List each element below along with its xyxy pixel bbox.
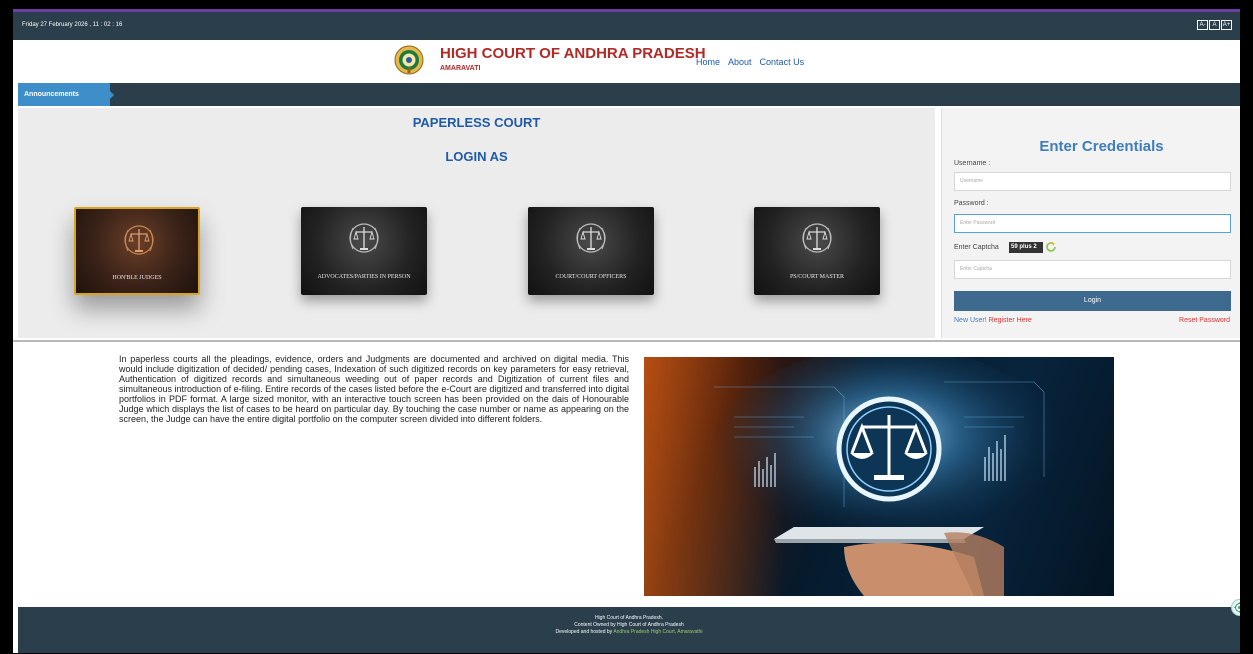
font-normal-button[interactable]: A (1209, 20, 1220, 30)
username-label: Username : (954, 160, 991, 167)
header: HIGH COURT OF ANDHRA PRADESH AMARAVATI H… (13, 40, 1240, 83)
role-card-judges[interactable]: HON'BLE JUDGES (74, 207, 200, 295)
password-label: Password : (954, 200, 989, 207)
credentials-panel: Enter Credentials Username : Username Pa… (941, 108, 1240, 338)
scales-of-justice-icon (576, 223, 606, 253)
footer-developer-link[interactable]: Andhra Pradesh High Court, Amaravathi (613, 629, 702, 635)
date-time: Friday 27 February 2026 , 11 : 02 : 16 (22, 22, 123, 28)
announcements-tab[interactable]: Announcements (18, 83, 110, 106)
announcements-bar: Announcements (18, 83, 1240, 106)
footer-line-3: Developed and hosted by Andhra Pradesh H… (18, 629, 1240, 636)
scales-of-justice-icon (802, 223, 832, 253)
section-divider (13, 340, 1240, 342)
credentials-title: Enter Credentials (1039, 138, 1164, 155)
role-label: COURT/COURT OFFICERS (555, 274, 627, 280)
reset-password-link[interactable]: Reset Password (1179, 317, 1230, 324)
scales-of-justice-icon (349, 223, 379, 253)
font-decrease-button[interactable]: A- (1197, 20, 1208, 30)
announcements-arrow-icon (110, 91, 114, 99)
footer-developed-by: Developed and hosted by (555, 629, 613, 635)
scales-of-justice-icon (124, 225, 154, 255)
new-user-text: New User! Register Here (954, 317, 1032, 324)
password-input[interactable]: Enter Password (954, 214, 1231, 233)
nav-contact-link[interactable]: Contact Us (760, 57, 805, 67)
font-size-controls: A- A A+ (1197, 20, 1232, 30)
footer: High Court of Andhra Pradesh. Content Ow… (18, 607, 1240, 653)
nav-home-link[interactable]: Home (696, 57, 720, 67)
font-increase-button[interactable]: A+ (1221, 20, 1232, 30)
page-frame: Friday 27 February 2026 , 11 : 02 : 16 A… (13, 9, 1240, 653)
role-card-court-master[interactable]: PS/COURT MASTER (754, 207, 880, 295)
username-input[interactable]: Username (954, 172, 1231, 191)
main-nav: Home About Contact Us (696, 57, 804, 67)
role-card-advocates[interactable]: ADVOCATES/PARTIES IN PERSON (301, 207, 427, 295)
description-text: In paperless courts all the pleadings, e… (119, 354, 629, 424)
role-card-court-officers[interactable]: COURT/COURT OFFICERS (528, 207, 654, 295)
login-as-section: PAPERLESS COURT LOGIN AS HON'BLE JUDGES (18, 108, 935, 338)
site-title: HIGH COURT OF ANDHRA PRADESH (440, 45, 706, 62)
digital-justice-illustration (644, 357, 1069, 596)
nav-about-link[interactable]: About (728, 57, 752, 67)
footer-line-1: High Court of Andhra Pradesh. (594, 615, 664, 621)
emblem-icon[interactable] (394, 45, 424, 75)
footer-line-2: Content Owned by High Court of Andhra Pr… (574, 622, 684, 628)
site-subtitle: AMARAVATI (440, 65, 481, 72)
top-bar: Friday 27 February 2026 , 11 : 02 : 16 A… (13, 12, 1240, 40)
section-heading: PAPERLESS COURT (412, 115, 541, 130)
captcha-image: 59 plus 2 (1009, 242, 1043, 253)
register-link[interactable]: Register Here (989, 317, 1032, 324)
role-label: ADVOCATES/PARTIES IN PERSON (317, 274, 411, 280)
refresh-icon[interactable] (1045, 241, 1057, 253)
captcha-input[interactable]: Enter Captcha (954, 260, 1231, 279)
login-button[interactable]: Login (954, 291, 1231, 311)
section-subheading: LOGIN AS (445, 149, 508, 164)
role-label: HON'BLE JUDGES (112, 275, 162, 281)
role-label: PS/COURT MASTER (789, 274, 845, 280)
hero-image (644, 357, 1114, 596)
new-user-label: New User! (954, 317, 987, 324)
captcha-label: Enter Captcha (954, 244, 999, 251)
